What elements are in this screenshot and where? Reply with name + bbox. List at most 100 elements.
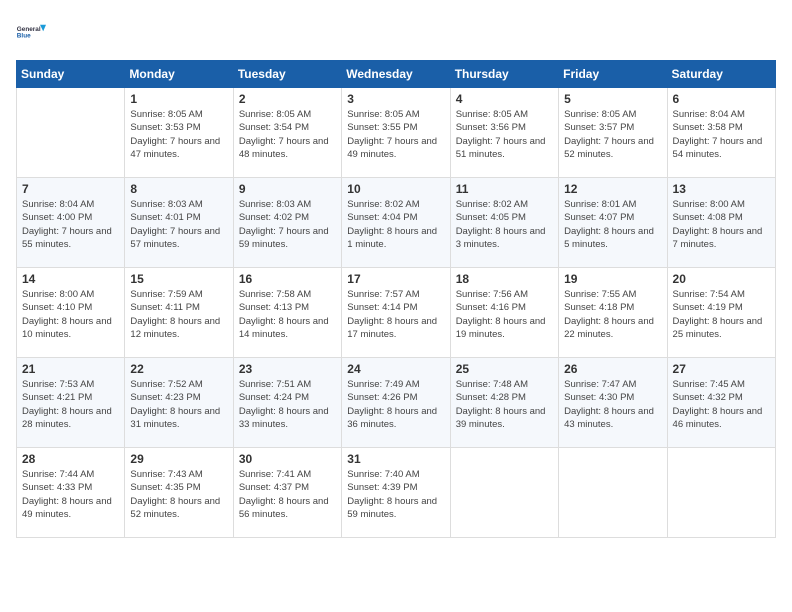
calendar-cell: 31 Sunrise: 7:40 AMSunset: 4:39 PMDayligh…: [342, 448, 450, 538]
calendar-cell: 29Sunrise: 7:43 AMSunset: 4:35 PMDayligh…: [125, 448, 233, 538]
cell-content: Sunrise: 7:54 AMSunset: 4:19 PMDaylight:…: [673, 288, 770, 341]
cell-content: Sunrise: 7:55 AMSunset: 4:18 PMDaylight:…: [564, 288, 661, 341]
day-number: 2: [239, 92, 336, 106]
cell-content: Sunrise: 8:01 AMSunset: 4:07 PMDaylight:…: [564, 198, 661, 251]
cell-content: Sunrise: 8:03 AMSunset: 4:02 PMDaylight:…: [239, 198, 336, 251]
day-number: 13: [673, 182, 770, 196]
page-header: GeneralBlue: [16, 16, 776, 48]
day-header-sunday: Sunday: [17, 61, 125, 88]
calendar-cell: [667, 448, 775, 538]
cell-content: Sunrise: 7:44 AMSunset: 4:33 PMDaylight:…: [22, 468, 119, 521]
day-number: 22: [130, 362, 227, 376]
cell-content: Sunrise: 7:47 AMSunset: 4:30 PMDaylight:…: [564, 378, 661, 431]
calendar-cell: 3 Sunrise: 8:05 AMSunset: 3:55 PMDaylight…: [342, 88, 450, 178]
calendar-cell: [17, 88, 125, 178]
day-number: 25: [456, 362, 553, 376]
day-number: 23: [239, 362, 336, 376]
day-number: 30: [239, 452, 336, 466]
cell-content: Sunrise: 7:53 AMSunset: 4:21 PMDaylight:…: [22, 378, 119, 431]
cell-content: Sunrise: 7:40 AMSunset: 4:39 PMDaylight:…: [347, 468, 444, 521]
calendar-cell: 14 Sunrise: 8:00 AMSunset: 4:10 PMDayligh…: [17, 268, 125, 358]
cell-content: Sunrise: 7:57 AMSunset: 4:14 PMDaylight:…: [347, 288, 444, 341]
calendar-cell: 22 Sunrise: 7:52 AMSunset: 4:23 PMDayligh…: [125, 358, 233, 448]
calendar-cell: 16 Sunrise: 7:58 AMSunset: 4:13 PMDayligh…: [233, 268, 341, 358]
calendar-cell: 18 Sunrise: 7:56 AMSunset: 4:16 PMDayligh…: [450, 268, 558, 358]
calendar-cell: 30 Sunrise: 7:41 AMSunset: 4:37 PMDayligh…: [233, 448, 341, 538]
day-number: 17: [347, 272, 444, 286]
calendar-cell: [450, 448, 558, 538]
cell-content: Sunrise: 8:05 AMSunset: 3:57 PMDaylight:…: [564, 108, 661, 161]
day-number: 26: [564, 362, 661, 376]
day-number: 5: [564, 92, 661, 106]
calendar-cell: 19 Sunrise: 7:55 AMSunset: 4:18 PMDayligh…: [559, 268, 667, 358]
calendar-cell: 13Sunrise: 8:00 AMSunset: 4:08 PMDayligh…: [667, 178, 775, 268]
calendar-cell: 28Sunrise: 7:44 AMSunset: 4:33 PMDayligh…: [17, 448, 125, 538]
cell-content: Sunrise: 8:00 AMSunset: 4:10 PMDaylight:…: [22, 288, 119, 341]
day-header-tuesday: Tuesday: [233, 61, 341, 88]
cell-content: Sunrise: 7:58 AMSunset: 4:13 PMDaylight:…: [239, 288, 336, 341]
cell-content: Sunrise: 7:48 AMSunset: 4:28 PMDaylight:…: [456, 378, 553, 431]
day-number: 18: [456, 272, 553, 286]
cell-content: Sunrise: 7:41 AMSunset: 4:37 PMDaylight:…: [239, 468, 336, 521]
day-number: 6: [673, 92, 770, 106]
day-number: 9: [239, 182, 336, 196]
calendar-week-3: 14 Sunrise: 8:00 AMSunset: 4:10 PMDayligh…: [17, 268, 776, 358]
calendar-cell: [559, 448, 667, 538]
cell-content: Sunrise: 8:03 AMSunset: 4:01 PMDaylight:…: [130, 198, 227, 251]
day-number: 3: [347, 92, 444, 106]
day-number: 10: [347, 182, 444, 196]
day-number: 19: [564, 272, 661, 286]
svg-text:General: General: [17, 26, 41, 33]
day-number: 11: [456, 182, 553, 196]
cell-content: Sunrise: 8:05 AMSunset: 3:53 PMDaylight:…: [130, 108, 227, 161]
svg-text:Blue: Blue: [17, 33, 31, 40]
calendar-cell: 27Sunrise: 7:45 AMSunset: 4:32 PMDayligh…: [667, 358, 775, 448]
calendar-cell: 11 Sunrise: 8:02 AMSunset: 4:05 PMDayligh…: [450, 178, 558, 268]
calendar-week-5: 28Sunrise: 7:44 AMSunset: 4:33 PMDayligh…: [17, 448, 776, 538]
cell-content: Sunrise: 7:49 AMSunset: 4:26 PMDaylight:…: [347, 378, 444, 431]
calendar-cell: 10 Sunrise: 8:02 AMSunset: 4:04 PMDayligh…: [342, 178, 450, 268]
calendar-table: SundayMondayTuesdayWednesdayThursdayFrid…: [16, 60, 776, 538]
calendar-cell: 1 Sunrise: 8:05 AMSunset: 3:53 PMDaylight…: [125, 88, 233, 178]
day-number: 12: [564, 182, 661, 196]
day-number: 1: [130, 92, 227, 106]
cell-content: Sunrise: 8:05 AMSunset: 3:55 PMDaylight:…: [347, 108, 444, 161]
day-number: 21: [22, 362, 119, 376]
cell-content: Sunrise: 7:51 AMSunset: 4:24 PMDaylight:…: [239, 378, 336, 431]
day-number: 14: [22, 272, 119, 286]
day-number: 16: [239, 272, 336, 286]
calendar-cell: 7Sunrise: 8:04 AMSunset: 4:00 PMDaylight…: [17, 178, 125, 268]
calendar-week-2: 7Sunrise: 8:04 AMSunset: 4:00 PMDaylight…: [17, 178, 776, 268]
day-number: 29: [130, 452, 227, 466]
day-number: 7: [22, 182, 119, 196]
calendar-cell: 15 Sunrise: 7:59 AMSunset: 4:11 PMDayligh…: [125, 268, 233, 358]
day-header-saturday: Saturday: [667, 61, 775, 88]
calendar-cell: 9 Sunrise: 8:03 AMSunset: 4:02 PMDaylight…: [233, 178, 341, 268]
day-number: 8: [130, 182, 227, 196]
cell-content: Sunrise: 8:02 AMSunset: 4:04 PMDaylight:…: [347, 198, 444, 251]
day-header-thursday: Thursday: [450, 61, 558, 88]
cell-content: Sunrise: 7:45 AMSunset: 4:32 PMDaylight:…: [673, 378, 770, 431]
day-number: 20: [673, 272, 770, 286]
day-header-friday: Friday: [559, 61, 667, 88]
day-number: 31: [347, 452, 444, 466]
calendar-week-4: 21 Sunrise: 7:53 AMSunset: 4:21 PMDayligh…: [17, 358, 776, 448]
day-header-wednesday: Wednesday: [342, 61, 450, 88]
cell-content: Sunrise: 8:02 AMSunset: 4:05 PMDaylight:…: [456, 198, 553, 251]
calendar-cell: 17 Sunrise: 7:57 AMSunset: 4:14 PMDayligh…: [342, 268, 450, 358]
cell-content: Sunrise: 8:05 AMSunset: 3:56 PMDaylight:…: [456, 108, 553, 161]
day-number: 4: [456, 92, 553, 106]
cell-content: Sunrise: 7:52 AMSunset: 4:23 PMDaylight:…: [130, 378, 227, 431]
calendar-cell: 23 Sunrise: 7:51 AMSunset: 4:24 PMDayligh…: [233, 358, 341, 448]
day-number: 15: [130, 272, 227, 286]
cell-content: Sunrise: 7:56 AMSunset: 4:16 PMDaylight:…: [456, 288, 553, 341]
day-header-monday: Monday: [125, 61, 233, 88]
calendar-cell: 26 Sunrise: 7:47 AMSunset: 4:30 PMDayligh…: [559, 358, 667, 448]
calendar-cell: 24 Sunrise: 7:49 AMSunset: 4:26 PMDayligh…: [342, 358, 450, 448]
cell-content: Sunrise: 8:05 AMSunset: 3:54 PMDaylight:…: [239, 108, 336, 161]
cell-content: Sunrise: 7:59 AMSunset: 4:11 PMDaylight:…: [130, 288, 227, 341]
calendar-cell: 6 Sunrise: 8:04 AMSunset: 3:58 PMDaylight…: [667, 88, 775, 178]
calendar-cell: 8 Sunrise: 8:03 AMSunset: 4:01 PMDaylight…: [125, 178, 233, 268]
day-number: 24: [347, 362, 444, 376]
cell-content: Sunrise: 8:04 AMSunset: 3:58 PMDaylight:…: [673, 108, 770, 161]
